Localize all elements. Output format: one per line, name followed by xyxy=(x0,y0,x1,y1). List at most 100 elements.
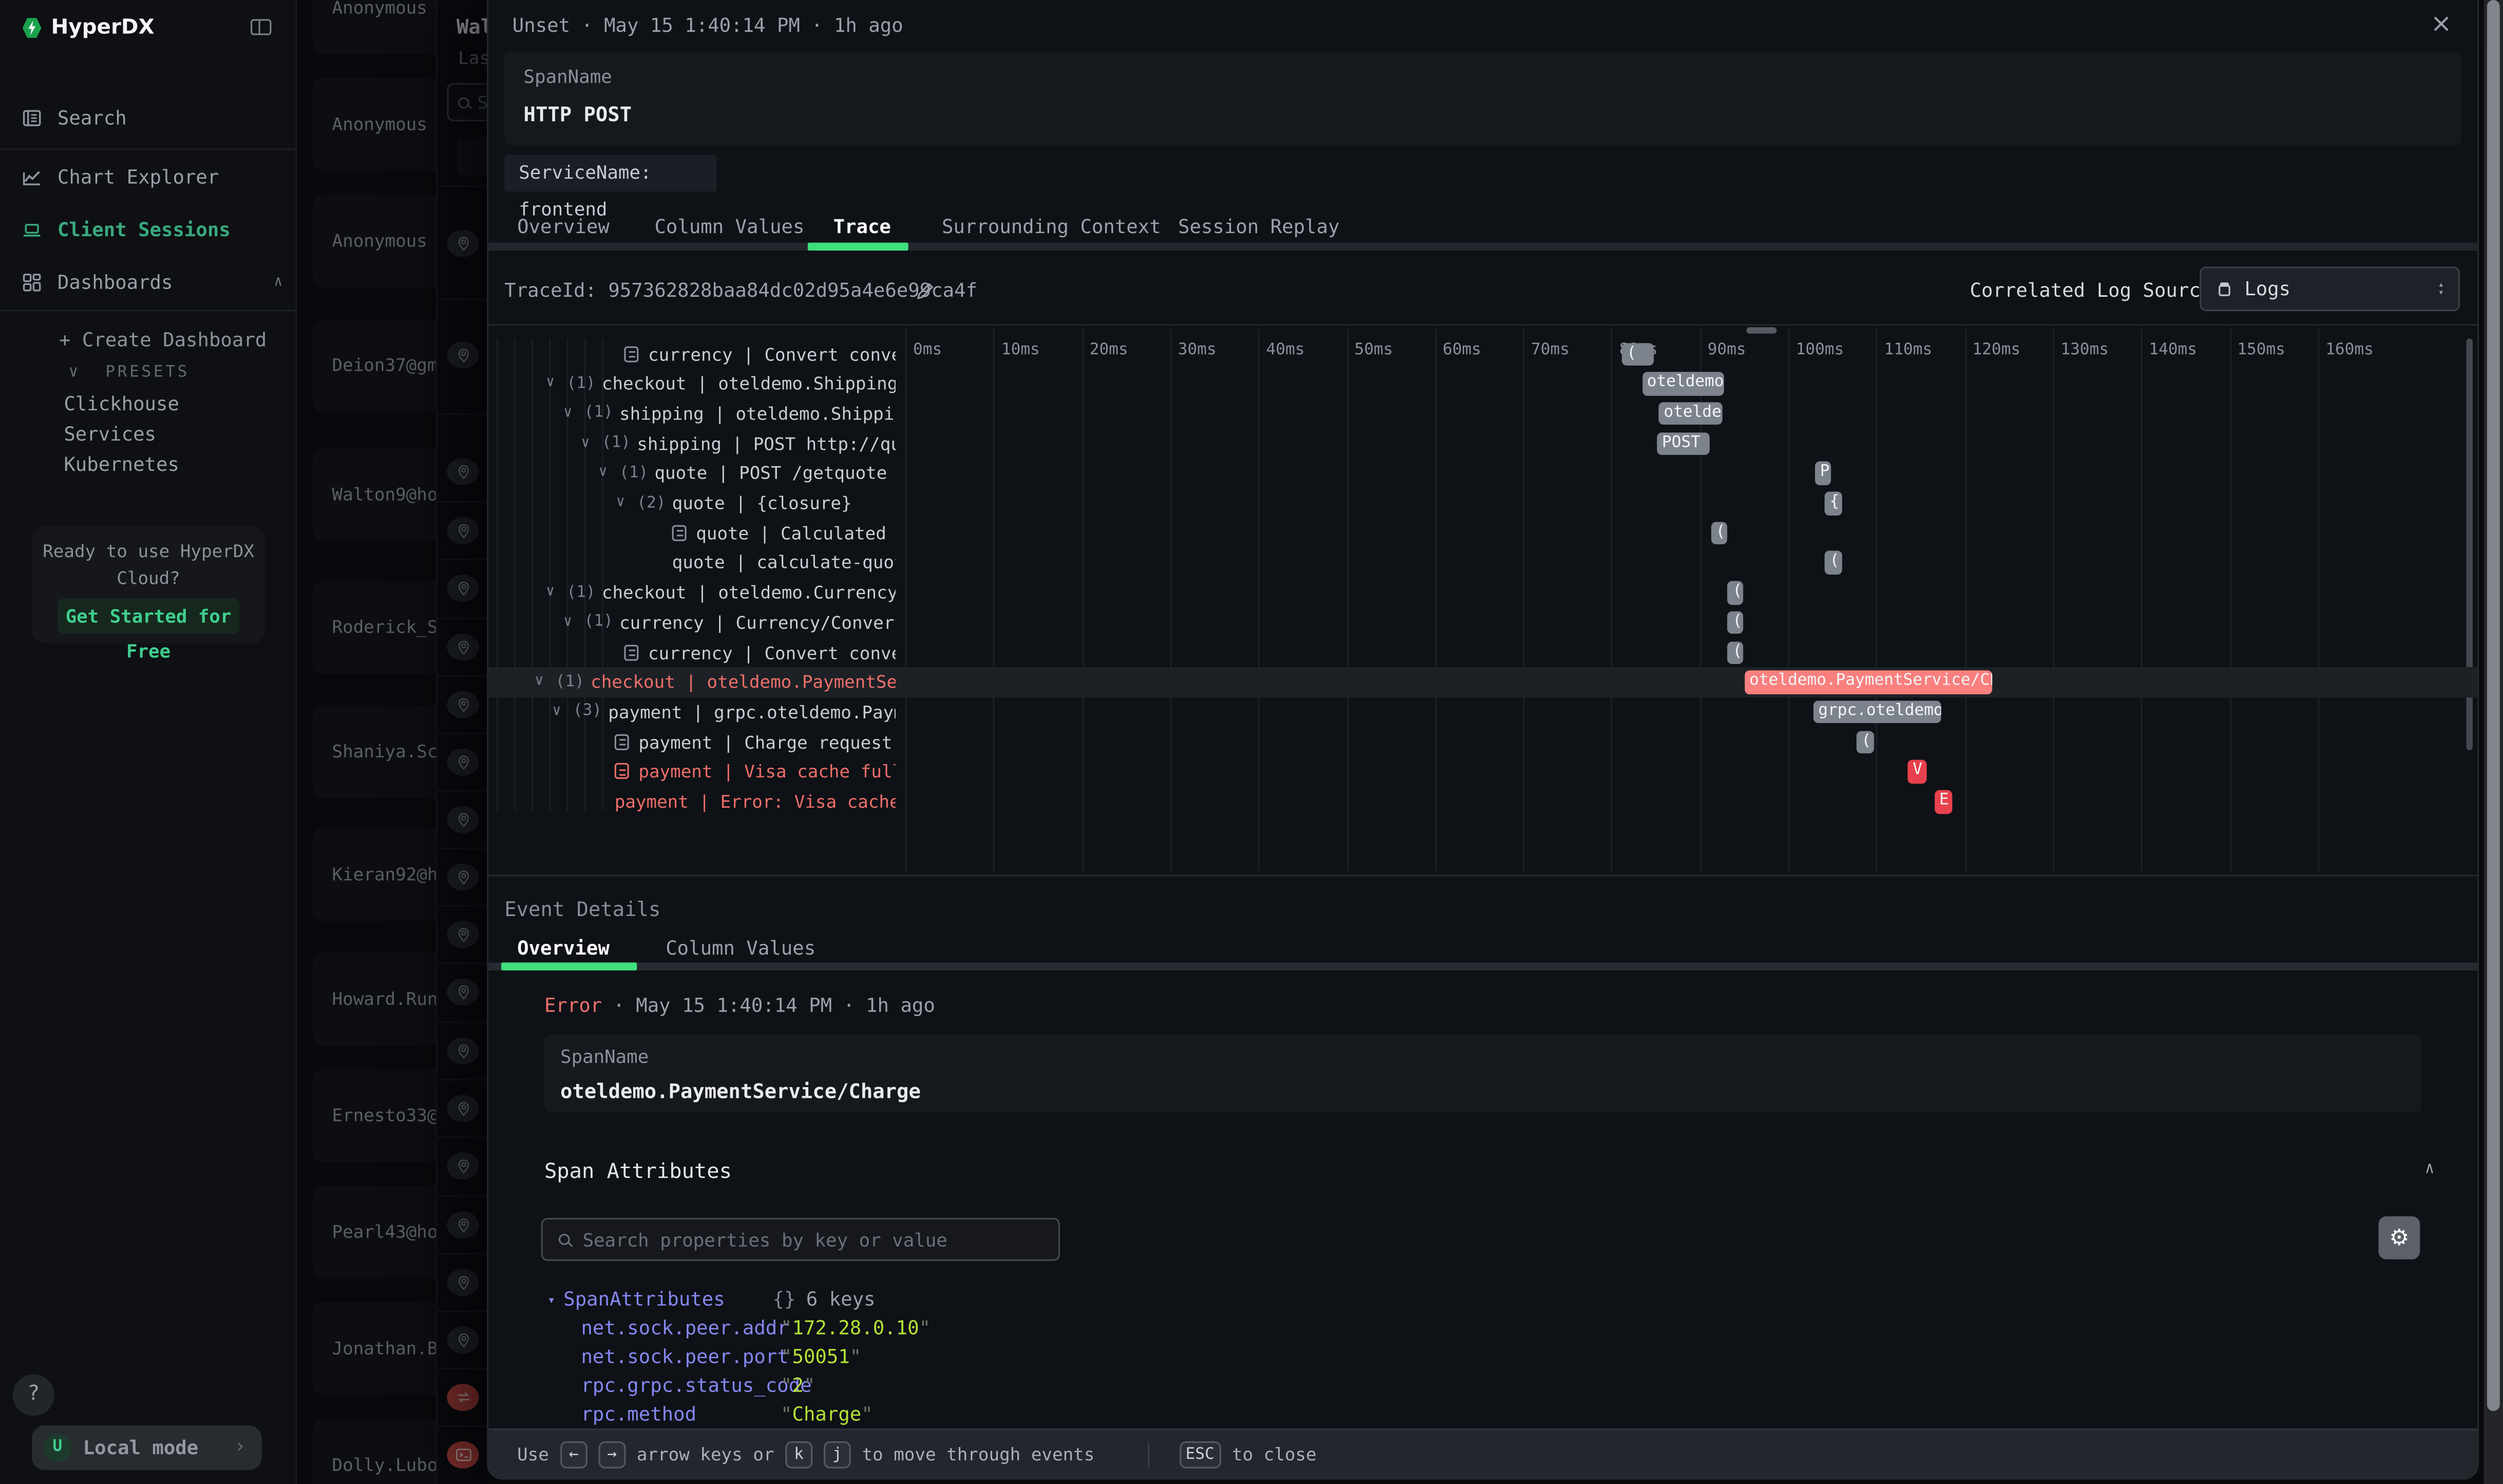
rail-search-input[interactable]: Sea xyxy=(447,83,487,122)
sidebar-preset-kubernetes[interactable]: Kubernetes xyxy=(64,450,179,479)
trace-span-row[interactable]: currency | Convert convers…( xyxy=(488,638,2479,668)
session-card[interactable]: Walton9@ho xyxy=(313,448,435,541)
sidebar-item-chart-explorer[interactable]: Chart Explorer xyxy=(23,158,283,197)
chevron-down-icon[interactable]: ∨ xyxy=(599,465,608,481)
session-card[interactable]: Anonymous xyxy=(313,0,435,54)
attribute-key[interactable]: net.sock.peer.addr xyxy=(581,1317,788,1339)
span-duration-bar[interactable]: grpc.oteldemo. xyxy=(1813,700,1941,724)
location-pin-icon[interactable] xyxy=(447,229,479,256)
attribute-key[interactable]: rpc.grpc.status_code xyxy=(581,1374,811,1397)
location-pin-icon[interactable] xyxy=(447,1094,479,1121)
span-duration-bar[interactable]: P xyxy=(1815,462,1831,485)
span-duration-bar[interactable]: POST h xyxy=(1657,432,1709,455)
trace-span-row[interactable]: quote | Calculated q…( xyxy=(488,518,2479,548)
service-name-badge[interactable]: ServiceName: frontend xyxy=(504,155,716,192)
chevron-down-icon[interactable]: ∨ xyxy=(581,435,590,451)
attribute-key[interactable]: net.sock.peer.port xyxy=(581,1345,788,1368)
location-pin-icon[interactable] xyxy=(447,574,479,601)
span-duration-bar[interactable]: oteldemo.PaymentService/Char xyxy=(1744,671,1992,694)
span-duration-bar[interactable]: otelde xyxy=(1659,402,1722,425)
session-card[interactable]: Pearl43@ho xyxy=(313,1186,435,1279)
location-pin-icon[interactable] xyxy=(447,1326,479,1353)
tab-trace[interactable]: Trace xyxy=(833,216,891,238)
attribute-key[interactable]: rpc.method xyxy=(581,1403,696,1425)
gear-icon[interactable]: ⚙ xyxy=(2379,1216,2420,1260)
span-duration-bar[interactable]: ( xyxy=(1856,730,1873,753)
session-card[interactable]: Anonymous xyxy=(313,195,435,287)
collapse-sidebar-icon[interactable] xyxy=(251,19,271,35)
session-card[interactable]: Anonymous xyxy=(313,78,435,170)
waterfall-scroll-nub[interactable] xyxy=(1747,327,1777,333)
sidebar-item-dashboards[interactable]: Dashboards∧ xyxy=(23,263,283,302)
span-duration-bar[interactable]: E xyxy=(1935,790,1953,813)
location-pin-icon[interactable] xyxy=(447,863,479,890)
chevron-down-icon[interactable]: ∨ xyxy=(563,405,572,421)
location-pin-icon[interactable] xyxy=(447,517,479,544)
edit-trace-id-icon[interactable] xyxy=(915,278,935,298)
tree-expand-icon[interactable]: ▾ xyxy=(547,1293,555,1307)
session-card[interactable]: Jonathan.B xyxy=(313,1302,435,1395)
location-pin-icon[interactable] xyxy=(447,1152,479,1179)
log-source-select[interactable]: Logs ▴▾ xyxy=(2199,267,2460,311)
trace-span-row[interactable]: ∨(1)checkout | oteldemo.PaymentServi…ote… xyxy=(488,668,2479,697)
session-card[interactable]: Roderick_S xyxy=(313,581,435,673)
get-started-button[interactable]: Get Started for Free xyxy=(58,599,239,634)
event-tab-column-values[interactable]: Column Values xyxy=(666,937,816,960)
trace-span-row[interactable]: ∨(1)currency | Currency/Convert( xyxy=(488,608,2479,638)
location-pin-icon[interactable] xyxy=(447,458,479,485)
location-pin-icon[interactable] xyxy=(447,1037,479,1064)
page-scrollbar[interactable] xyxy=(2484,0,2503,1484)
close-icon[interactable]: × xyxy=(2431,8,2452,39)
span-duration-bar[interactable]: V xyxy=(1908,760,1926,784)
attributes-root[interactable]: SpanAttributes xyxy=(563,1288,725,1310)
location-pin-icon[interactable] xyxy=(447,341,479,368)
sidebar-preset-services[interactable]: Services xyxy=(64,420,156,449)
location-pin-icon[interactable] xyxy=(447,978,479,1005)
account-menu[interactable]: U Local mode › xyxy=(32,1425,262,1470)
chevron-down-icon[interactable]: ∨ xyxy=(546,375,555,391)
help-button[interactable]: ? xyxy=(13,1374,54,1416)
trace-span-row[interactable]: ∨(1)shipping | oteldemo.Shipping…otelde xyxy=(488,399,2479,429)
location-pin-icon[interactable] xyxy=(447,1268,479,1296)
sidebar-item-search[interactable]: Search xyxy=(23,99,283,138)
trace-span-row[interactable]: ∨(3)payment | grpc.oteldemo.Paymen…grpc.… xyxy=(488,697,2479,727)
trace-span-row[interactable]: payment | Error: Visa cache ful…E xyxy=(488,787,2479,816)
session-card[interactable]: Howard.Run xyxy=(313,953,435,1045)
sidebar-preset-clickhouse[interactable]: Clickhouse xyxy=(64,389,179,418)
event-tab-overview[interactable]: Overview xyxy=(517,937,610,960)
tab-overview[interactable]: Overview xyxy=(517,216,610,238)
span-duration-bar[interactable]: { xyxy=(1825,491,1842,515)
sidebar-item-client-sessions[interactable]: Client Sessions xyxy=(23,211,283,249)
span-duration-bar[interactable]: ( xyxy=(1622,343,1654,366)
location-pin-icon[interactable] xyxy=(447,920,479,947)
attributes-search-input[interactable]: Search properties by key or value xyxy=(541,1218,1060,1261)
trace-span-row[interactable]: ∨(1)checkout | oteldemo.CurrencySe…( xyxy=(488,578,2479,608)
trace-span-row[interactable]: payment | Visa cache full: c…V xyxy=(488,757,2479,787)
session-card[interactable]: Deion37@gm xyxy=(313,319,435,412)
tab-column-values[interactable]: Column Values xyxy=(654,216,804,238)
span-duration-bar[interactable]: ( xyxy=(1728,581,1743,604)
location-pin-icon[interactable] xyxy=(447,1211,479,1238)
session-card[interactable]: Ernesto33@ xyxy=(313,1070,435,1162)
chevron-down-icon[interactable]: ∨ xyxy=(546,584,555,600)
chevron-down-icon[interactable]: ∨ xyxy=(616,495,625,511)
chevron-down-icon[interactable]: ∨ xyxy=(553,703,561,719)
tab-surrounding-context[interactable]: Surrounding Context xyxy=(942,216,1161,238)
session-card[interactable]: Shaniya.Sc xyxy=(313,706,435,798)
span-duration-bar[interactable]: ( xyxy=(1711,521,1728,544)
terminal-icon[interactable] xyxy=(447,1440,479,1468)
span-duration-bar[interactable]: ( xyxy=(1728,611,1743,634)
trace-span-row[interactable]: payment | Charge request rec…( xyxy=(488,727,2479,757)
trace-span-row[interactable]: quote | calculate-quote( xyxy=(488,548,2479,578)
create-dashboard-button[interactable]: + Create Dashboard xyxy=(59,329,267,351)
collapse-section-icon[interactable]: ∧ xyxy=(2425,1160,2435,1178)
trace-span-row[interactable]: ∨(1)quote | POST /getquoteP xyxy=(488,459,2479,488)
location-pin-icon[interactable] xyxy=(447,690,479,717)
chevron-down-icon[interactable]: ∨ xyxy=(535,674,543,690)
presets-group-label[interactable]: ∨ PRESETS xyxy=(69,364,189,382)
session-card[interactable]: Kieran92@h xyxy=(313,828,435,921)
location-pin-icon[interactable] xyxy=(447,633,479,660)
trace-span-row[interactable]: currency | Convert convers…( xyxy=(488,339,2479,369)
trace-span-row[interactable]: ∨(1)shipping | POST http://quo…POST h xyxy=(488,429,2479,459)
trace-span-row[interactable]: ∨(2)quote | {closure}{ xyxy=(488,488,2479,518)
